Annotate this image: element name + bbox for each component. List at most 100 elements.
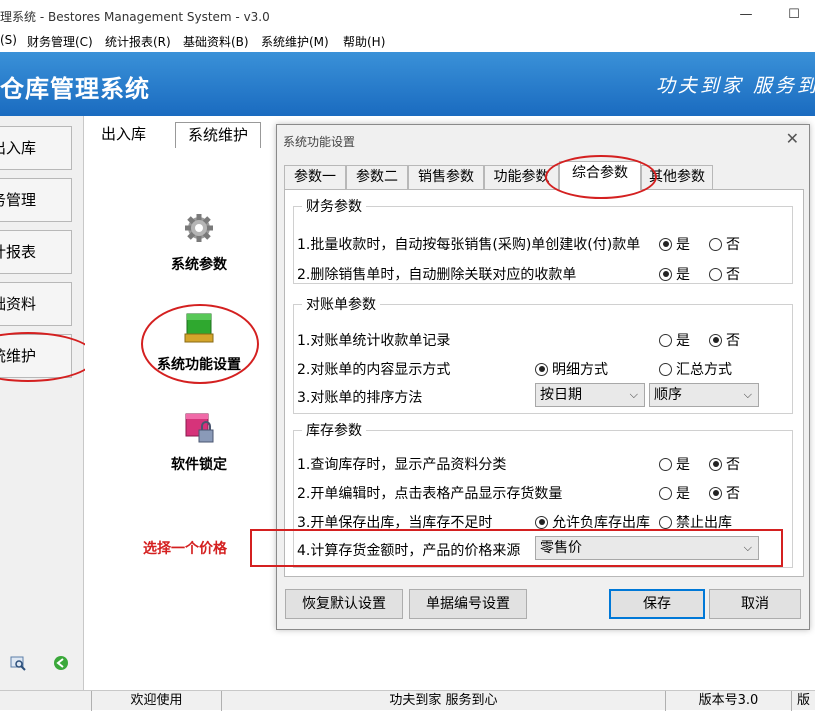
radio-unchecked-icon xyxy=(709,267,722,281)
radio-unchecked-icon xyxy=(659,486,672,500)
stock-row-2-yes[interactable]: 是 xyxy=(659,483,690,503)
radio-label: 汇总方式 xyxy=(676,362,732,378)
nav-system-params[interactable]: 系统参数 xyxy=(139,212,259,274)
status-welcome: 欢迎使用 xyxy=(92,691,222,711)
radio-label: 否 xyxy=(726,333,740,349)
chevron-down-icon: ⌵ xyxy=(743,388,752,401)
gear-icon xyxy=(185,214,213,242)
status-cell-empty xyxy=(0,691,92,711)
minimize-button[interactable]: — xyxy=(736,6,756,24)
nav-label: 系统参数 xyxy=(171,257,227,273)
sidebar-item-label: 出入库 xyxy=(0,139,37,157)
tab-inout[interactable]: 出入库 xyxy=(89,122,158,148)
radio-checked-icon xyxy=(659,237,672,251)
stock-row-1-yes[interactable]: 是 xyxy=(659,454,690,474)
statement-row-2-label: 2.对账单的内容显示方式 xyxy=(297,362,451,378)
back-arrow-icon[interactable] xyxy=(53,655,69,671)
group-label: 库存参数 xyxy=(306,423,362,439)
tab-panel-general: 财务参数 1.批量收款时，自动按每张销售(采购)单创建收(付)款单 是 否 2.… xyxy=(284,189,804,577)
annotation-rect-price-source xyxy=(250,529,783,567)
statement-row-1-label: 1.对账单统计收款单记录 xyxy=(297,333,451,349)
app-banner: 仓库管理系统 功夫到家 服务到 xyxy=(0,52,815,116)
finance-row-2-label: 2.删除销售单时，自动删除关联对应的收款单 xyxy=(297,267,577,283)
nav-label: 软件锁定 xyxy=(171,457,227,473)
finance-row-2-no[interactable]: 否 xyxy=(709,264,740,284)
maximize-button[interactable]: ☐ xyxy=(784,6,804,24)
menu-item-help[interactable]: 帮助(H) xyxy=(343,33,385,50)
status-bar: 欢迎使用 功夫到家 服务到心 版本号3.0 版 xyxy=(0,690,815,711)
statement-row-1-no[interactable]: 否 xyxy=(709,330,740,350)
status-extra: 版 xyxy=(796,693,810,708)
menu-item-finance[interactable]: 财务管理(C) xyxy=(27,33,93,50)
dialog-tabs: 参数一 参数二 销售参数 功能参数 综合参数 其他参数 xyxy=(284,161,804,190)
window-title: 理系统 - Bestores Management System - v3.0 xyxy=(0,10,270,24)
radio-label: 明细方式 xyxy=(552,362,608,378)
stock-row-2-no[interactable]: 否 xyxy=(709,483,740,503)
annotation-circle-tab xyxy=(545,155,657,199)
annotation-text: 选择一个价格 xyxy=(143,541,227,557)
radio-checked-icon xyxy=(659,267,672,281)
radio-unchecked-icon xyxy=(659,457,672,471)
search-icon[interactable] xyxy=(10,655,26,671)
status-version: 版本号3.0 xyxy=(666,691,792,711)
radio-label: 是 xyxy=(676,267,690,283)
menu-item-system[interactable]: (S) xyxy=(0,33,17,47)
statement-row-2-summary[interactable]: 汇总方式 xyxy=(659,359,732,379)
sidebar-item-reports[interactable]: 计报表 xyxy=(0,230,72,274)
close-icon[interactable]: ✕ xyxy=(786,129,799,148)
tab-sales-params[interactable]: 销售参数 xyxy=(408,165,484,189)
tab-params-1[interactable]: 参数一 xyxy=(284,165,346,189)
group-label: 财务参数 xyxy=(306,199,362,215)
cancel-button[interactable]: 取消 xyxy=(709,589,801,619)
radio-unchecked-icon xyxy=(659,333,672,347)
finance-row-2-yes[interactable]: 是 xyxy=(659,264,690,284)
radio-checked-icon xyxy=(709,333,722,347)
statement-row-2-detail[interactable]: 明细方式 xyxy=(535,359,608,379)
restore-defaults-button[interactable]: 恢复默认设置 xyxy=(285,589,403,619)
menu-item-maintenance[interactable]: 系统维护(M) xyxy=(261,33,329,50)
dialog-title: 系统功能设置 xyxy=(283,135,356,149)
statement-row-1-yes[interactable]: 是 xyxy=(659,330,690,350)
radio-label: 否 xyxy=(726,457,740,473)
menu-item-basic-data[interactable]: 基础资料(B) xyxy=(183,33,249,50)
radio-label: 是 xyxy=(676,333,690,349)
sort-field-select[interactable]: 按日期 ⌵ xyxy=(535,383,645,407)
radio-label: 是 xyxy=(676,486,690,502)
stock-row-1-no[interactable]: 否 xyxy=(709,454,740,474)
finance-row-1-yes[interactable]: 是 xyxy=(659,234,690,254)
radio-unchecked-icon xyxy=(709,237,722,251)
group-label: 对账单参数 xyxy=(306,297,376,313)
banner-slogan: 功夫到家 服务到 xyxy=(656,75,815,97)
nav-software-lock[interactable]: 软件锁定 xyxy=(139,412,259,474)
annotation-circle-function-settings xyxy=(141,304,259,384)
radio-label: 是 xyxy=(676,457,690,473)
finance-row-1-label: 1.批量收款时，自动按每张销售(采购)单创建收(付)款单 xyxy=(297,237,641,253)
radio-checked-icon xyxy=(709,486,722,500)
sort-order-select[interactable]: 顺序 ⌵ xyxy=(649,383,759,407)
menu-bar: (S) 财务管理(C) 统计报表(R) 基础资料(B) 系统维护(M) 帮助(H… xyxy=(0,30,815,52)
select-value: 顺序 xyxy=(654,387,682,403)
sidebar-item-finance[interactable]: 务管理 xyxy=(0,178,72,222)
finance-row-1-no[interactable]: 否 xyxy=(709,234,740,254)
radio-unchecked-icon xyxy=(659,515,672,529)
tab-params-2[interactable]: 参数二 xyxy=(346,165,408,189)
sidebar-item-basic-data[interactable]: 础资料 xyxy=(0,282,72,326)
sidebar: 出入库 务管理 计报表 础资料 统维护 xyxy=(0,116,96,690)
radio-label: 否 xyxy=(726,237,740,253)
stock-row-1-label: 1.查询库存时，显示产品资料分类 xyxy=(297,457,507,473)
title-bar: 理系统 - Bestores Management System - v3.0 … xyxy=(0,0,815,30)
sidebar-item-label: 础资料 xyxy=(0,295,37,313)
sidebar-item-inout[interactable]: 出入库 xyxy=(0,126,72,170)
radio-checked-icon xyxy=(709,457,722,471)
status-slogan: 功夫到家 服务到心 xyxy=(222,691,666,711)
tab-maintenance[interactable]: 系统维护 xyxy=(175,122,262,148)
sidebar-item-label: 务管理 xyxy=(0,191,37,209)
save-button[interactable]: 保存 xyxy=(609,589,705,619)
radio-label: 否 xyxy=(726,267,740,283)
numbering-settings-button[interactable]: 单据编号设置 xyxy=(409,589,527,619)
menu-item-reports[interactable]: 统计报表(R) xyxy=(105,33,171,50)
radio-checked-icon xyxy=(535,515,548,529)
statement-row-3-label: 3.对账单的排序方法 xyxy=(297,390,423,406)
radio-label: 是 xyxy=(676,237,690,253)
radio-label: 否 xyxy=(726,486,740,502)
